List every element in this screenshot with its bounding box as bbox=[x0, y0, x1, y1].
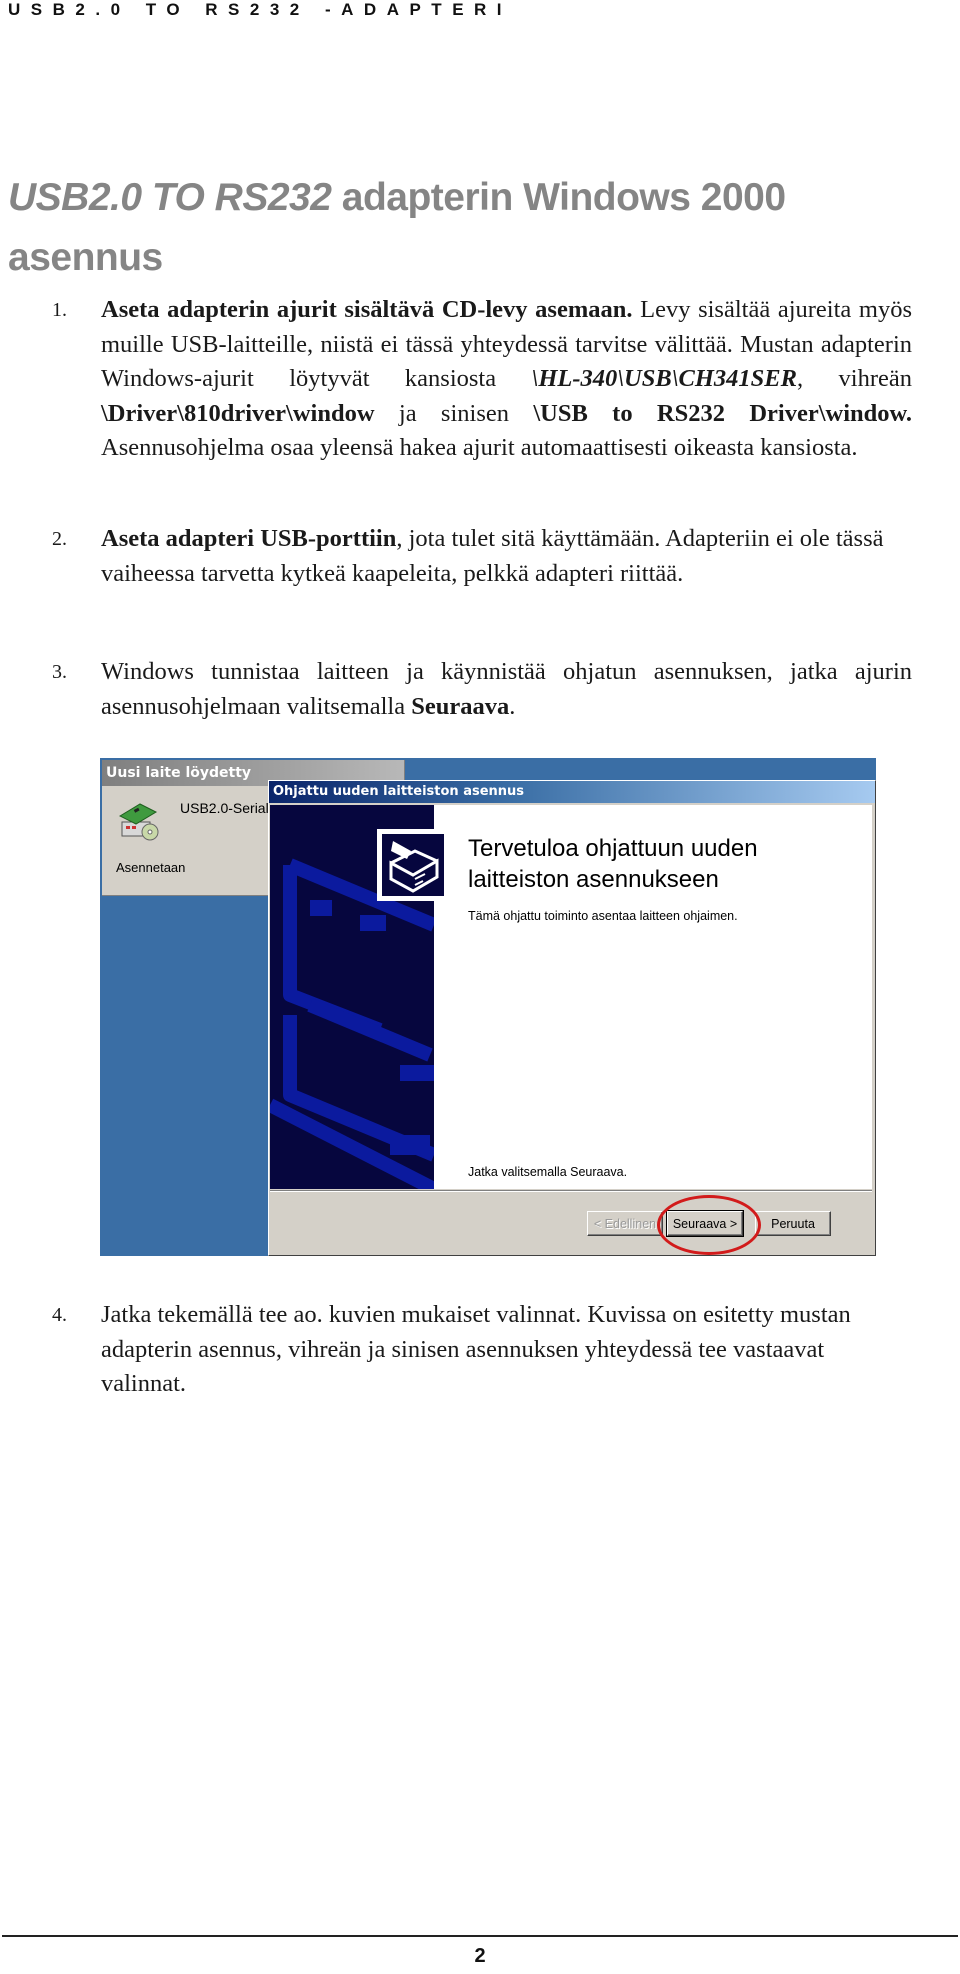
step-text: Jatka tekemällä tee ao. kuvien mukaiset … bbox=[101, 1298, 912, 1402]
hardware-install-icon bbox=[118, 803, 159, 841]
step-text-part: ja sinisen bbox=[374, 399, 534, 427]
wizard-body: Tervetuloa ohjattuun uuden laitteiston a… bbox=[270, 805, 872, 1189]
step-text: Aseta adapteri USB-porttiin, jota tulet … bbox=[101, 522, 912, 591]
step-bold-tail: Seuraava bbox=[411, 692, 510, 720]
wizard-continue-hint: Jatka valitsemalla Seuraava. bbox=[468, 1165, 628, 1179]
path-green-adapter: \Driver\810driver\window bbox=[101, 399, 375, 427]
running-header: USB2.0 TO RS232 -ADAPTERI bbox=[8, 0, 513, 19]
wizard-description: Tämä ohjattu toiminto asentaa laitteen o… bbox=[468, 909, 738, 923]
hardware-wizard-window: Ohjattu uuden laitteiston asennus Tervet… bbox=[268, 780, 876, 1256]
step-text: Windows tunnistaa laitteen ja käynnistää… bbox=[101, 655, 912, 724]
step-number: 3. bbox=[52, 661, 67, 683]
step-number: 2. bbox=[52, 528, 67, 550]
page-title: USB2.0 TO RS232 adapterin Windows 2000 a… bbox=[8, 168, 908, 288]
device-name: USB2.0-Serial bbox=[180, 800, 269, 816]
wizard-separator bbox=[270, 1190, 872, 1192]
title-italic-part: USB2.0 TO RS232 bbox=[8, 176, 332, 219]
wizard-title: Ohjattu uuden laitteiston asennus bbox=[269, 781, 875, 803]
footer-divider bbox=[2, 1935, 958, 1937]
install-status: Asennetaan bbox=[116, 860, 186, 875]
page-number: 2 bbox=[474, 1945, 486, 1967]
step-number: 1. bbox=[52, 299, 67, 321]
back-button[interactable]: < Edellinen bbox=[587, 1211, 663, 1236]
cancel-button[interactable]: Peruuta bbox=[755, 1211, 831, 1236]
step-text-part: Asennusohjelma osaa yleensä hakea ajurit… bbox=[101, 434, 858, 461]
hardware-wizard-icon bbox=[377, 829, 449, 901]
wizard-heading: Tervetuloa ohjattuun uuden laitteiston a… bbox=[468, 835, 758, 893]
step-number: 4. bbox=[52, 1304, 67, 1326]
step-bold-lead: Aseta adapterin ajurit sisältävä CD-levy… bbox=[101, 296, 633, 323]
path-blue-adapter: \USB to RS232 Driver\window. bbox=[533, 399, 912, 427]
step-text-part: Jatka tekemällä tee ao. kuvien mukaiset … bbox=[101, 1301, 851, 1397]
next-button[interactable]: Seuraava > bbox=[666, 1210, 744, 1237]
embedded-screenshot: Uusi laite löydetty USB2.0-Serial Asenne… bbox=[100, 758, 876, 1256]
path-black-adapter: \HL-340\USB\CH341SER bbox=[531, 365, 797, 392]
step-text-part: . bbox=[509, 692, 516, 720]
title-line2: asennus bbox=[8, 236, 163, 279]
step-bold-lead: Aseta adapteri USB-porttiin bbox=[101, 525, 397, 552]
step-text: Aseta adapterin ajurit sisältävä CD-levy… bbox=[101, 293, 912, 466]
title-rest: adapterin Windows 2000 bbox=[331, 176, 786, 219]
step-text-part: , vihreän bbox=[796, 365, 912, 392]
